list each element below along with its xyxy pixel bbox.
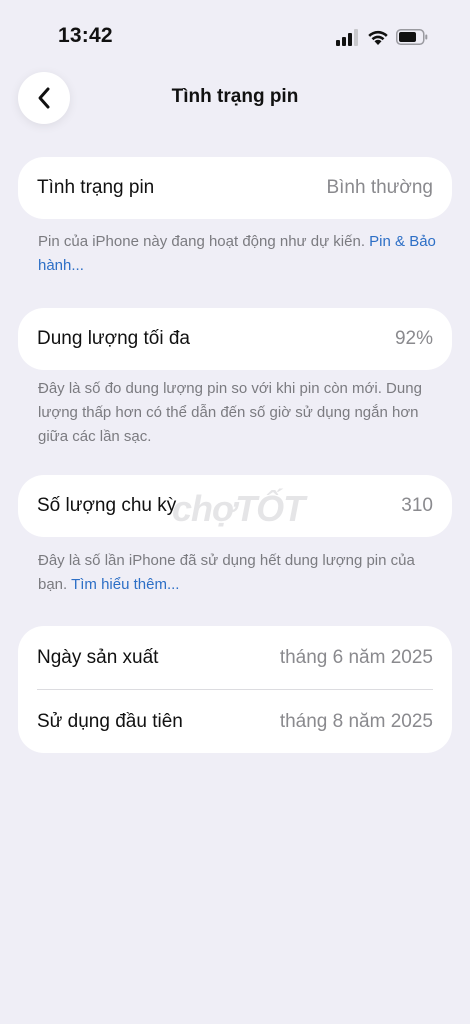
manufacture-date-value: tháng 6 năm 2025 — [279, 646, 433, 668]
cycle-count-value: 310 — [401, 495, 433, 516]
max-capacity-value: 92% — [394, 328, 433, 349]
max-capacity-row: Dung lượng tối đa 92% — [18, 308, 452, 370]
battery-health-row[interactable]: Tình trạng pin Bình thường — [18, 157, 452, 219]
battery-health-label: Tình trạng pin — [37, 177, 155, 198]
page-title: Tình trạng pin — [171, 86, 299, 107]
first-use-row: Sử dụng đầu tiên tháng 8 năm 2025 — [18, 690, 452, 753]
first-use-value: tháng 8 năm 2025 — [279, 710, 433, 732]
max-capacity-card: Dung lượng tối đa 92% — [18, 308, 452, 370]
battery-health-screen: 13:42 Tình trạng pin Tình trạng pin Bình… — [0, 0, 470, 1024]
status-bar: 13:42 — [0, 0, 470, 70]
battery-icon — [396, 29, 428, 45]
manufacture-date-row: Ngày sản xuất tháng 6 năm 2025 — [18, 626, 452, 689]
battery-health-footnote: Pin của iPhone này đang hoạt động như dự… — [38, 230, 438, 278]
battery-health-footnote-text: Pin của iPhone này đang hoạt động như dự… — [38, 233, 370, 250]
cycle-count-label: Số lượng chu kỳ — [37, 495, 177, 516]
status-time: 13:42 — [58, 24, 113, 47]
manufacture-date-label: Ngày sản xuất — [37, 646, 159, 668]
first-use-label: Sử dụng đầu tiên — [37, 710, 183, 732]
wifi-icon — [368, 30, 388, 45]
learn-more-link[interactable]: Tìm hiểu thêm... — [71, 576, 179, 593]
max-capacity-footnote: Đây là số đo dung lượng pin so với khi p… — [38, 380, 422, 445]
battery-health-card: Tình trạng pin Bình thường — [18, 157, 452, 219]
watermark-logo: chợTỐT — [172, 488, 305, 529]
battery-health-value: Bình thường — [326, 177, 433, 198]
dates-card: Ngày sản xuất tháng 6 năm 2025 Sử dụng đ… — [18, 626, 452, 753]
cycle-count-footnote: Đây là số lần iPhone đã sử dụng hết dung… — [38, 549, 438, 597]
max-capacity-label: Dung lượng tối đa — [37, 328, 190, 349]
cellular-signal-icon — [336, 29, 358, 46]
